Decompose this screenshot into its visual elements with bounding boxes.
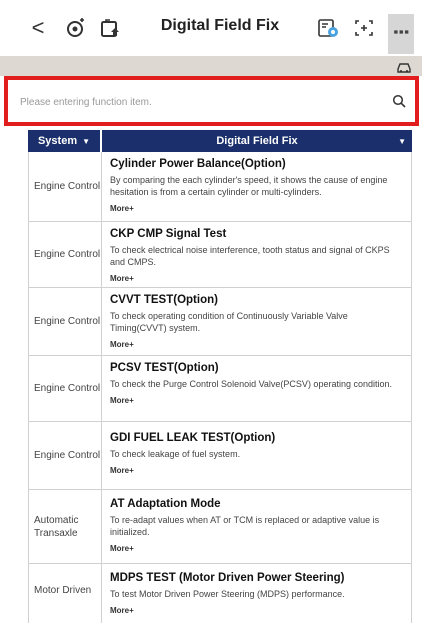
gds-icon[interactable]	[314, 14, 342, 42]
function-cell: AT Adaptation Mode To re-adapt values wh…	[102, 490, 412, 563]
function-description: To check electrical noise interference, …	[110, 245, 390, 267]
back-button[interactable]: <	[24, 14, 52, 42]
table-header: System ▼ Digital Field Fix ▼	[28, 130, 412, 152]
more-link[interactable]: More+	[110, 274, 134, 283]
table-row[interactable]: Engine Control PCSV TEST(Option) To chec…	[28, 356, 412, 422]
function-title[interactable]: CVVT TEST(Option)	[110, 294, 404, 306]
table-row[interactable]: Engine Control GDI FUEL LEAK TEST(Option…	[28, 422, 412, 490]
system-cell: Engine Control	[28, 422, 102, 489]
more-menu-button[interactable]: ⋮	[388, 14, 414, 54]
function-title[interactable]: MDPS TEST (Motor Driven Power Steering)	[110, 572, 404, 584]
function-description: To re-adapt values when AT or TCM is rep…	[110, 515, 380, 537]
table-row[interactable]: Engine Control Cylinder Power Balance(Op…	[28, 152, 412, 222]
system-cell: Engine Control	[28, 288, 102, 355]
chevron-down-icon: ▼	[398, 137, 406, 146]
system-cell: Engine Control	[28, 222, 102, 287]
function-title[interactable]: GDI FUEL LEAK TEST(Option)	[110, 432, 404, 444]
more-link[interactable]: More+	[110, 204, 134, 213]
function-description: To check the Purge Control Solenoid Valv…	[110, 379, 392, 389]
function-title[interactable]: CKP CMP Signal Test	[110, 228, 404, 240]
kebab-icon: ⋮	[391, 23, 411, 41]
search-input[interactable]	[20, 92, 360, 112]
more-link[interactable]: More+	[110, 606, 134, 615]
vci-connection-icon[interactable]	[62, 14, 90, 42]
more-link[interactable]: More+	[110, 544, 134, 553]
page-title: Digital Field Fix	[160, 17, 280, 34]
function-cell: PCSV TEST(Option) To check the Purge Con…	[102, 356, 412, 421]
function-cell: Cylinder Power Balance(Option) By compar…	[102, 152, 412, 221]
more-link[interactable]: More+	[110, 340, 134, 349]
capture-icon[interactable]	[350, 14, 378, 42]
function-description: By comparing the each cylinder's speed, …	[110, 175, 388, 197]
more-link[interactable]: More+	[110, 466, 134, 475]
function-description: To check leakage of fuel system.	[110, 449, 241, 459]
top-bar: < Digital Field Fix ⋮	[0, 0, 422, 56]
search-icon[interactable]	[392, 94, 406, 108]
function-cell: CKP CMP Signal Test To check electrical …	[102, 222, 412, 287]
system-cell: Automatic Transaxle	[28, 490, 102, 563]
system-filter-dropdown[interactable]: System ▼	[28, 130, 102, 152]
vehicle-icon[interactable]	[396, 60, 412, 74]
function-cell: GDI FUEL LEAK TEST(Option) To check leak…	[102, 422, 412, 489]
function-title[interactable]: AT Adaptation Mode	[110, 498, 404, 510]
table-row[interactable]: Engine Control CVVT TEST(Option) To chec…	[28, 288, 412, 356]
status-strip	[0, 56, 422, 76]
dff-column-header[interactable]: Digital Field Fix ▼	[102, 130, 412, 152]
function-title[interactable]: PCSV TEST(Option)	[110, 362, 404, 374]
vehicle-info-icon[interactable]	[96, 14, 124, 42]
system-cell: Motor Driven	[28, 564, 102, 623]
function-cell: MDPS TEST (Motor Driven Power Steering) …	[102, 564, 412, 623]
function-cell: CVVT TEST(Option) To check operating con…	[102, 288, 412, 355]
system-column-label: System	[37, 135, 78, 147]
dff-column-label: Digital Field Fix	[216, 135, 298, 147]
function-description: To check operating condition of Continuo…	[110, 311, 348, 333]
table-row[interactable]: Engine Control CKP CMP Signal Test To ch…	[28, 222, 412, 288]
function-title[interactable]: Cylinder Power Balance(Option)	[110, 158, 404, 170]
more-link[interactable]: More+	[110, 396, 134, 405]
system-cell: Engine Control	[28, 152, 102, 221]
table-row[interactable]: Automatic Transaxle AT Adaptation Mode T…	[28, 490, 412, 564]
chevron-down-icon: ▼	[82, 136, 91, 146]
function-description: To test Motor Driven Power Steering (MDP…	[110, 589, 345, 599]
table-row[interactable]: Motor Driven MDPS TEST (Motor Driven Pow…	[28, 564, 412, 623]
system-cell: Engine Control	[28, 356, 102, 421]
